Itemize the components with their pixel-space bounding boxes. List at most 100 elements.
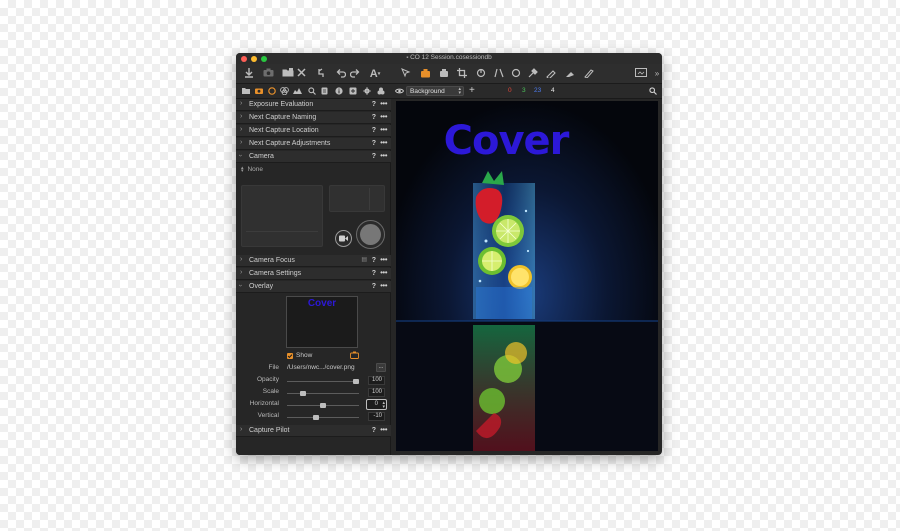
revert-icon[interactable]: [314, 67, 328, 81]
rotate-icon[interactable]: [474, 67, 488, 81]
chevron-right-icon: ›: [240, 126, 243, 133]
help-icon[interactable]: ?: [372, 283, 376, 290]
opacity-slider-handle[interactable]: [353, 379, 359, 384]
lens-icon[interactable]: [267, 87, 276, 96]
more-icon[interactable]: •••: [380, 112, 387, 121]
styles-icon[interactable]: [376, 87, 385, 96]
section-capture-pilot[interactable]: › Capture Pilot ? •••: [236, 425, 391, 437]
section-title: Camera Settings: [249, 270, 302, 277]
horizontal-label-wrap: Horizontal: [236, 400, 279, 409]
folder-camera-icon[interactable]: [281, 67, 295, 81]
overlay-camera-icon[interactable]: [350, 351, 359, 361]
opacity-label-wrap: Opacity: [236, 376, 279, 385]
show-checkbox[interactable]: [287, 353, 293, 359]
help-icon[interactable]: ?: [372, 101, 376, 108]
more-icon[interactable]: •••: [380, 255, 387, 264]
chevron-right-icon: ›: [240, 269, 243, 276]
circle-icon[interactable]: [509, 67, 523, 81]
opacity-value: 100: [371, 377, 382, 383]
scale-value-field[interactable]: 100: [368, 388, 385, 397]
keystone-icon[interactable]: [492, 67, 506, 81]
library-icon[interactable]: [241, 87, 250, 96]
capture-button[interactable]: [356, 220, 385, 249]
vertical-slider-track[interactable]: [287, 417, 359, 418]
browse-file-button[interactable]: ...: [376, 363, 386, 372]
metadata-icon[interactable]: [334, 87, 343, 96]
chevron-right-icon: ›: [240, 426, 243, 433]
section-title: Next Capture Adjustments: [249, 140, 331, 147]
expand-icon[interactable]: »: [650, 67, 662, 81]
output-icon[interactable]: [348, 87, 357, 96]
help-icon[interactable]: ?: [372, 153, 376, 160]
overlay-cover-text: Cover: [443, 118, 570, 164]
camera-icon[interactable]: [261, 67, 275, 81]
horizontal-slider-handle[interactable]: [320, 403, 326, 408]
capture-icon[interactable]: [254, 87, 263, 96]
scale-value: 100: [371, 389, 382, 395]
vertical-slider-handle[interactable]: [313, 415, 320, 420]
more-icon[interactable]: •••: [380, 281, 387, 290]
pen-icon[interactable]: [582, 67, 596, 81]
section-exposure-evaluation[interactable]: › Exposure Evaluation ? •••: [236, 99, 391, 111]
browse-label: ...: [378, 364, 384, 370]
select-cursor-icon[interactable]: [399, 67, 413, 81]
section-next-capture-adjustments[interactable]: › Next Capture Adjustments ? •••: [236, 138, 391, 150]
camera-select-value: None: [247, 166, 264, 173]
exposure-icon[interactable]: [293, 87, 302, 96]
help-icon[interactable]: ?: [372, 257, 376, 264]
more-icon[interactable]: •••: [380, 99, 387, 108]
camera-status-area: [329, 185, 385, 212]
section-camera-focus[interactable]: › Camera Focus ▤ ? •••: [236, 255, 391, 267]
horizontal-value-field[interactable]: 0 ▴ ▾: [366, 399, 387, 410]
delete-icon[interactable]: [294, 67, 308, 81]
undo-icon[interactable]: [334, 67, 348, 81]
text-tool-glyph: A: [369, 68, 378, 80]
brush-icon[interactable]: [544, 67, 558, 81]
image-viewer[interactable]: Cover: [396, 101, 658, 451]
help-icon[interactable]: ?: [372, 427, 376, 434]
crop-icon[interactable]: [455, 67, 469, 81]
chevron-right-icon: ›: [240, 100, 243, 107]
redo-icon[interactable]: [348, 67, 362, 81]
add-layer-icon[interactable]: +: [469, 85, 475, 96]
section-next-capture-location[interactable]: › Next Capture Location ? •••: [236, 125, 391, 137]
details-icon[interactable]: [307, 87, 316, 96]
viewer-icon[interactable]: [634, 67, 648, 81]
color-icon[interactable]: [280, 87, 289, 96]
help-icon[interactable]: ?: [372, 270, 376, 277]
search-icon[interactable]: [649, 87, 657, 97]
visibility-eye-icon[interactable]: [394, 87, 405, 97]
eraser-icon[interactable]: [563, 67, 577, 81]
scale-slider-handle[interactable]: [300, 391, 307, 396]
more-icon[interactable]: •••: [380, 425, 387, 434]
scale-slider-track[interactable]: [287, 393, 359, 394]
adjustments-icon[interactable]: [320, 87, 329, 96]
vertical-value-field[interactable]: -10: [368, 412, 385, 421]
text-icon[interactable]: A▾: [368, 67, 382, 81]
section-camera-settings[interactable]: › Camera Settings ? •••: [236, 268, 391, 280]
chevron-right-icon: ›: [240, 113, 243, 120]
camera-tool-icon[interactable]: [437, 67, 451, 81]
picker-icon[interactable]: [526, 67, 540, 81]
import-icon[interactable]: [242, 67, 256, 81]
more-icon[interactable]: •••: [380, 138, 387, 147]
section-overlay[interactable]: › Overlay ? •••: [236, 281, 391, 293]
scale-label-wrap: Scale: [236, 388, 279, 397]
opacity-value-field[interactable]: 100: [368, 376, 385, 385]
horizontal-value: 0: [374, 401, 378, 407]
batch-icon[interactable]: [362, 87, 371, 96]
camera-select[interactable]: ▴ ▾ None: [241, 165, 264, 175]
help-icon[interactable]: ?: [372, 140, 376, 147]
help-icon[interactable]: ?: [372, 127, 376, 134]
section-next-capture-naming[interactable]: › Next Capture Naming ? •••: [236, 112, 391, 124]
live-view-button[interactable]: [335, 230, 352, 247]
pan-tool-icon[interactable]: [418, 67, 432, 81]
opacity-slider-track[interactable]: [287, 381, 359, 382]
list-icon[interactable]: ▤: [361, 256, 367, 263]
section-camera[interactable]: › Camera ? •••: [236, 151, 391, 163]
more-icon[interactable]: •••: [380, 125, 387, 134]
more-icon[interactable]: •••: [380, 151, 387, 160]
layer-select[interactable]: Background ▴ ▾: [406, 86, 464, 96]
more-icon[interactable]: •••: [380, 268, 387, 277]
help-icon[interactable]: ?: [372, 114, 376, 121]
